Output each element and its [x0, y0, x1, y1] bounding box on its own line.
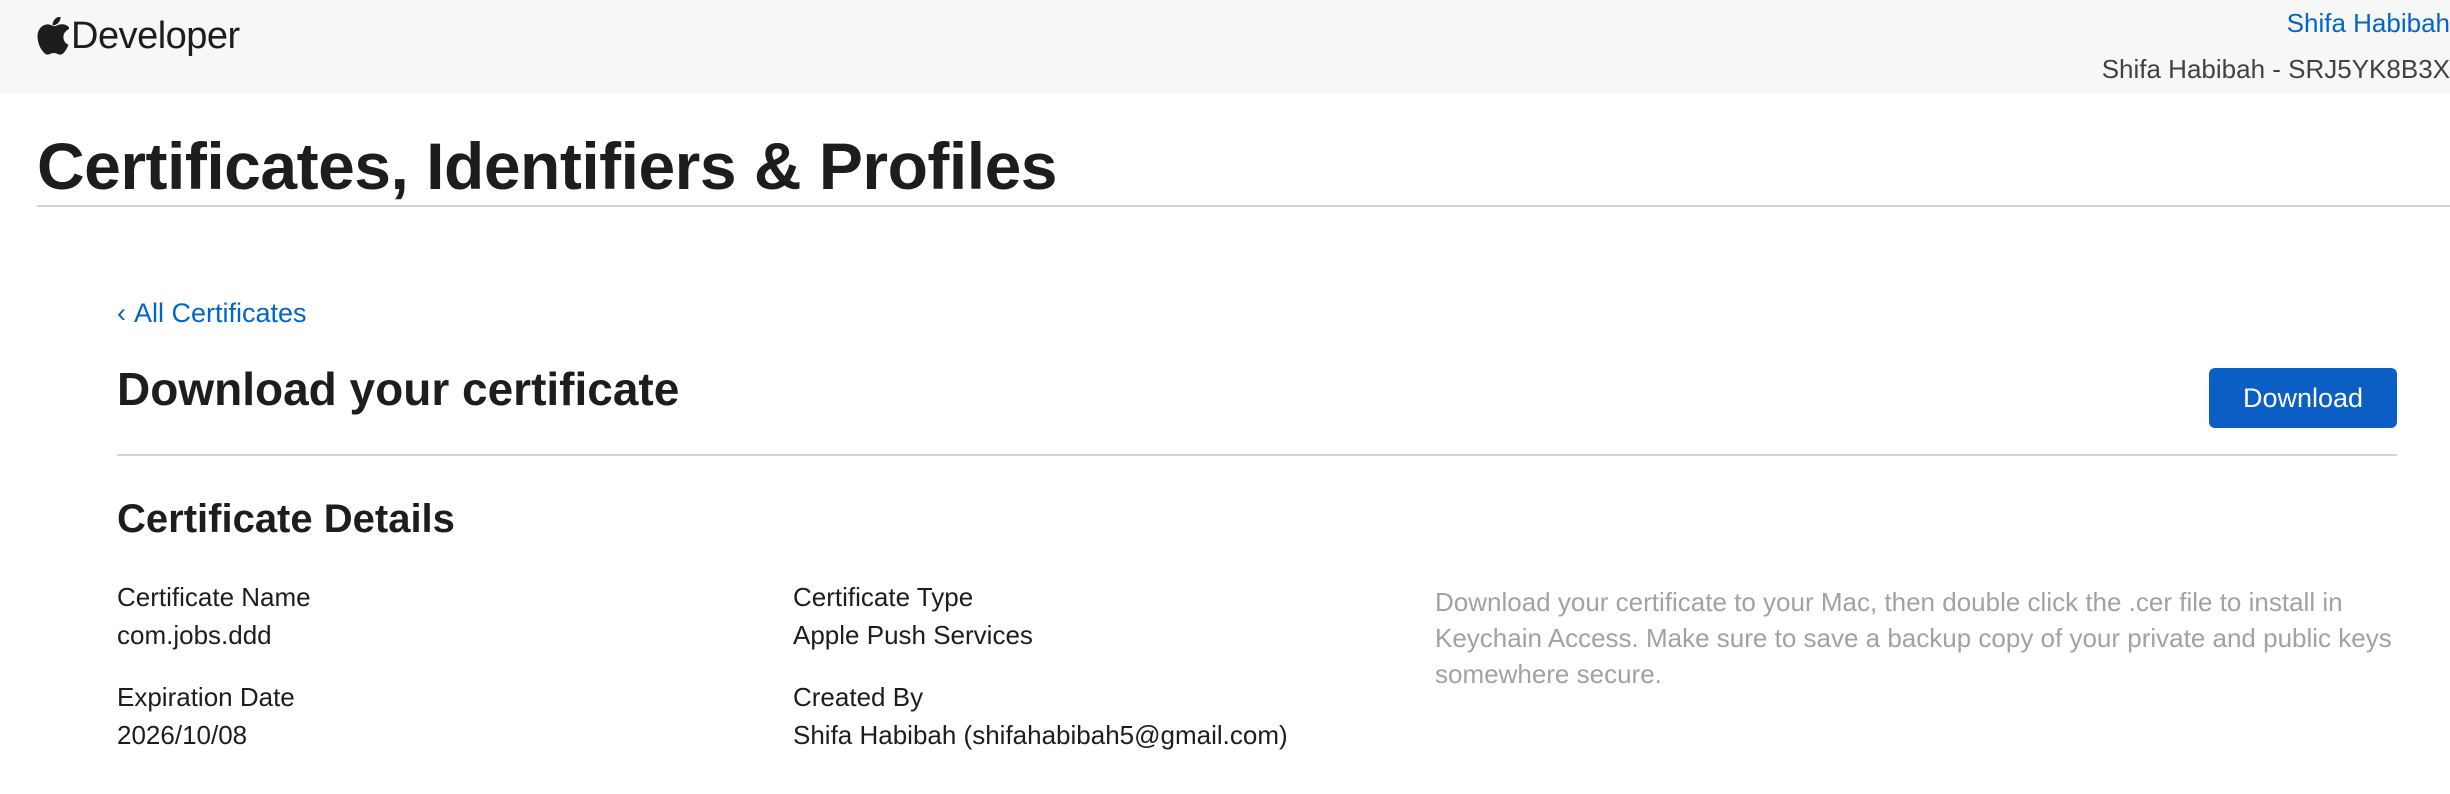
certificate-type-field: Certificate Type Apple Push Services	[793, 580, 1033, 652]
account-info: Shifa Habibah Shifa Habibah - SRJ5YK8B3X	[2102, 6, 2450, 86]
created-by-label: Created By	[793, 682, 924, 712]
certificate-name-field: Certificate Name com.jobs.ddd	[117, 580, 311, 652]
page-title: Certificates, Identifiers & Profiles	[37, 129, 1058, 203]
certificate-type-value: Apple Push Services	[793, 620, 1033, 650]
account-team-id: Shifa Habibah - SRJ5YK8B3X	[2101, 54, 2450, 84]
chevron-left-icon: ‹	[117, 298, 126, 328]
section-title: Download your certificate	[117, 363, 680, 415]
developer-home-link[interactable]: Developer	[37, 14, 240, 58]
certificate-name-value: com.jobs.ddd	[117, 620, 272, 650]
expiration-date-field: Expiration Date 2026/10/08	[117, 680, 295, 752]
created-by-field: Created By Shifa Habibah (shifahabibah5@…	[793, 680, 1288, 752]
all-certificates-link[interactable]: ‹ All Certificates	[117, 296, 307, 330]
title-divider	[37, 205, 2450, 207]
created-by-value: Shifa Habibah (shifahabibah5@gmail.com)	[793, 720, 1288, 750]
certificate-type-label: Certificate Type	[793, 582, 974, 612]
download-instructions: Download your certificate to your Mac, t…	[1435, 587, 2392, 689]
brand-label: Developer	[71, 14, 240, 57]
certificate-name-label: Certificate Name	[117, 582, 311, 612]
apple-logo-icon	[37, 17, 69, 55]
account-name-link[interactable]: Shifa Habibah	[2102, 6, 2450, 40]
download-button[interactable]: Download	[2209, 368, 2397, 428]
certificate-details-heading: Certificate Details	[117, 497, 455, 541]
expiration-date-label: Expiration Date	[117, 682, 295, 712]
back-link-label: All Certificates	[134, 298, 307, 328]
global-header: Developer Shifa Habibah Shifa Habibah - …	[0, 0, 2450, 94]
section-divider	[117, 454, 2397, 456]
expiration-date-value: 2026/10/08	[117, 720, 248, 750]
